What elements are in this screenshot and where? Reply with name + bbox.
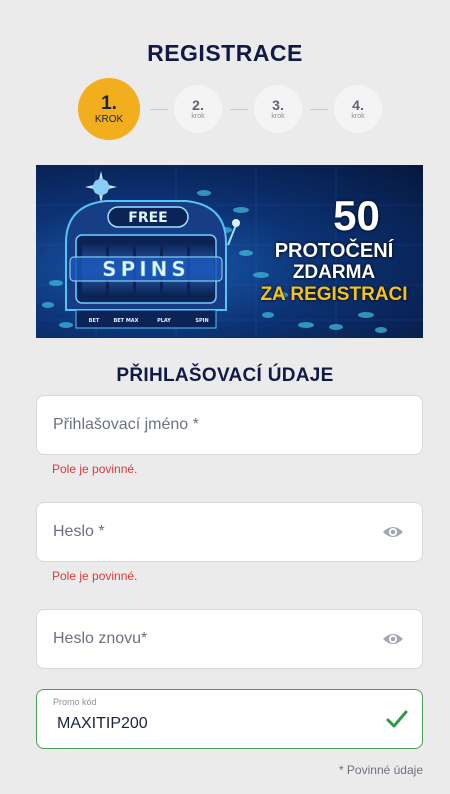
section-title: PŘIHLAŠOVACÍ ÚDAJE bbox=[116, 365, 334, 386]
banner-logo-free: FREE bbox=[128, 210, 167, 226]
eye-icon[interactable] bbox=[382, 631, 404, 647]
step-1[interactable]: 1. KROK bbox=[78, 78, 140, 140]
password-error: Pole je povinné. bbox=[52, 569, 138, 583]
banner-amount: 50 bbox=[333, 192, 380, 239]
registration-steps: 1. KROK 2. krok 3. krok 4. krok bbox=[0, 76, 450, 142]
password-repeat-field[interactable]: Heslo znovu* bbox=[36, 609, 423, 669]
step-connector bbox=[230, 109, 248, 110]
step-1-number: 1. bbox=[101, 92, 117, 114]
password-field[interactable]: Heslo * bbox=[36, 502, 423, 562]
check-icon bbox=[386, 710, 408, 728]
username-placeholder: Přihlašovací jméno * bbox=[53, 416, 199, 433]
banner-line-3: ZA REGISTRACI bbox=[260, 284, 408, 305]
username-error: Pole je povinné. bbox=[52, 462, 138, 476]
step-3-label: krok bbox=[271, 112, 285, 120]
banner-button-bet: BET bbox=[89, 318, 100, 324]
password-placeholder: Heslo * bbox=[53, 523, 105, 540]
step-4-number: 4. bbox=[352, 96, 364, 113]
step-1-label: KROK bbox=[94, 113, 124, 125]
page-title: REGISTRACE bbox=[147, 40, 303, 66]
banner-line-1: PROTOČENÍ bbox=[274, 240, 394, 262]
password-repeat-placeholder: Heslo znovu* bbox=[53, 630, 148, 647]
step-3[interactable]: 3. krok bbox=[254, 85, 302, 133]
eye-icon[interactable] bbox=[382, 524, 404, 540]
step-4[interactable]: 4. krok bbox=[334, 85, 382, 133]
promo-banner[interactable]: FREE SPINS BET BET MAX PLAY SPIN 50 PROT… bbox=[36, 165, 423, 338]
banner-button-bet-max: BET MAX bbox=[113, 318, 138, 324]
step-4-label: krok bbox=[351, 112, 365, 120]
step-connector bbox=[150, 109, 168, 110]
required-note: * Povinné údaje bbox=[338, 763, 423, 777]
banner-button-play: PLAY bbox=[157, 318, 171, 324]
step-2[interactable]: 2. krok bbox=[174, 85, 222, 133]
username-field[interactable]: Přihlašovací jméno * bbox=[36, 395, 423, 455]
banner-logo-spins: SPINS bbox=[102, 257, 190, 281]
step-3-number: 3. bbox=[272, 96, 284, 113]
step-2-number: 2. bbox=[192, 96, 204, 113]
step-connector bbox=[310, 109, 328, 110]
step-2-label: krok bbox=[191, 112, 205, 120]
promo-code-value: MAXITIP200 bbox=[57, 715, 148, 732]
promo-code-label: Promo kód bbox=[53, 697, 97, 707]
banner-button-spin: SPIN bbox=[195, 318, 208, 324]
promo-code-field[interactable]: Promo kód MAXITIP200 bbox=[36, 689, 423, 749]
banner-line-2: ZDARMA bbox=[292, 262, 376, 283]
